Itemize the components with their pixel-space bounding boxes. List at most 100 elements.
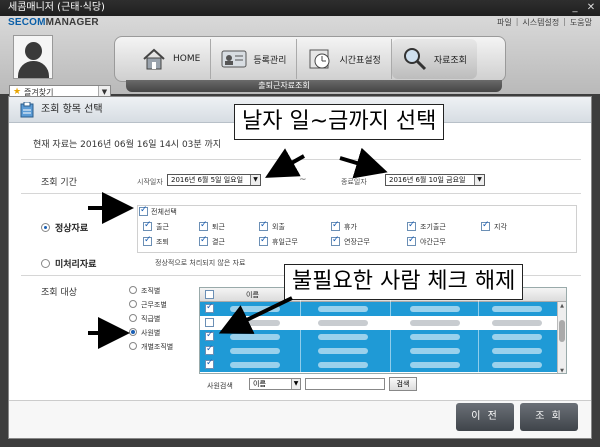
night-work-label: 야간근무	[420, 238, 446, 246]
clock-in-label: 출근	[156, 223, 169, 231]
clock-icon	[307, 46, 333, 72]
radio-by-shift[interactable]	[129, 300, 137, 308]
search-button[interactable]: 검색	[389, 377, 417, 391]
name-column-header[interactable]: 이름	[246, 288, 259, 302]
minimize-icon[interactable]: _	[570, 2, 580, 13]
row-checkbox[interactable]	[205, 358, 214, 369]
system-settings-menu[interactable]: 시스템설정	[522, 17, 559, 28]
column-divider	[478, 288, 479, 373]
unprocessed-data-radio[interactable]	[41, 259, 50, 268]
radio-by-individual-org[interactable]	[129, 342, 137, 350]
chevron-down-icon: ▼	[250, 175, 260, 185]
app-window: 세콤매니저 (근태·식당) _ ✕ SECOMMANAGER 파일 | 시스템설…	[0, 0, 600, 447]
end-date-picker[interactable]: 2016년 6월 10일 금요일 ▼	[385, 174, 485, 186]
avatar	[13, 35, 53, 79]
nav-registration[interactable]: 등록관리	[211, 39, 298, 79]
by-organization-label: 조직별	[141, 287, 161, 295]
vacation-label: 휴가	[344, 223, 357, 231]
close-icon[interactable]: ✕	[586, 2, 596, 13]
table-row[interactable]	[200, 330, 566, 344]
unprocessed-data-label: 미처리자료	[55, 260, 97, 270]
divider	[21, 193, 581, 194]
file-menu[interactable]: 파일	[497, 17, 512, 28]
scroll-up-icon[interactable]: ▲	[558, 302, 566, 310]
table-row[interactable]	[200, 316, 566, 330]
radio-by-organization[interactable]	[129, 286, 137, 294]
scroll-thumb[interactable]	[559, 320, 565, 342]
table-row[interactable]	[200, 344, 566, 358]
magnifier-icon	[402, 46, 428, 72]
row-checkbox[interactable]	[205, 330, 214, 341]
header-checkbox[interactable]	[205, 290, 214, 299]
by-individual-org-label: 개별조직별	[141, 343, 174, 351]
row-checkbox[interactable]	[205, 318, 214, 327]
prev-button[interactable]: 이 전	[456, 403, 514, 431]
chevron-down-icon: ▼	[474, 175, 484, 185]
checkbox-overtime[interactable]	[331, 235, 340, 246]
annotation-date-range: 날자 일~금까지 선택	[234, 104, 445, 140]
search-field-select[interactable]: 이름 ▼	[249, 378, 301, 390]
home-icon	[141, 46, 167, 72]
checkbox-absent[interactable]	[199, 235, 208, 246]
overtime-label: 연장근무	[344, 238, 370, 246]
checkbox-holiday-work[interactable]	[259, 235, 268, 246]
radio-by-employee[interactable]	[129, 328, 137, 336]
nav-home[interactable]: HOME	[131, 39, 212, 79]
column-divider	[300, 288, 301, 373]
clipboard-icon	[19, 101, 35, 118]
table-row[interactable]	[200, 358, 566, 372]
by-rank-label: 직급별	[141, 315, 161, 323]
checkbox-night-work[interactable]	[407, 235, 416, 246]
current-data-text: 현재 자료는 2016년 06월 16일 14시 03분 까지	[33, 140, 222, 150]
tab-attendance-query[interactable]: 출퇴근자료조회	[236, 80, 332, 92]
row-checkbox[interactable]	[205, 344, 214, 355]
radio-by-rank[interactable]	[129, 314, 137, 322]
column-divider	[390, 288, 391, 373]
clock-out-label: 퇴근	[212, 223, 225, 231]
table-row[interactable]	[200, 302, 566, 316]
outing-label: 외출	[272, 223, 285, 231]
row-checkbox[interactable]	[205, 302, 214, 313]
table-scrollbar[interactable]: ▲ ▼	[557, 302, 566, 373]
holiday-work-label: 휴일근무	[272, 238, 298, 246]
early-arrival-label: 조기출근	[420, 223, 446, 231]
panel-title: 조회 항목 선택	[41, 104, 103, 115]
tilde: ~	[299, 175, 307, 185]
main-nav: HOME 등록관리 시간표설정 자료조회	[114, 36, 506, 82]
divider	[21, 159, 581, 160]
by-employee-label: 사원별	[141, 329, 161, 337]
nav-schedule[interactable]: 시간표설정	[297, 39, 392, 79]
checkbox-late[interactable]	[481, 220, 490, 231]
scroll-down-icon[interactable]: ▼	[558, 367, 566, 373]
early-leave-label: 조퇴	[156, 238, 169, 246]
start-date-picker[interactable]: 2016년 6월 5일 일요일 ▼	[167, 174, 261, 186]
unprocessed-note: 정상적으로 처리되지 않은 자료	[155, 259, 246, 267]
end-date-label: 종료일자	[341, 178, 367, 186]
normal-data-radio[interactable]	[41, 223, 50, 232]
period-label: 조회 기간	[41, 178, 77, 188]
window-title: 세콤매니저 (근태·식당)	[8, 2, 105, 13]
normal-data-label: 정상자료	[55, 224, 89, 234]
checkbox-outing[interactable]	[259, 220, 268, 231]
late-label: 지각	[494, 223, 507, 231]
annotation-uncheck: 불필요한 사람 체크 해제	[284, 264, 524, 300]
search-input[interactable]	[305, 378, 385, 390]
help-menu[interactable]: 도움말	[570, 17, 592, 28]
checkbox-early-arrival[interactable]	[407, 220, 416, 231]
chevron-down-icon: ▼	[291, 379, 300, 389]
app-header: SECOMMANAGER 파일 | 시스템설정 | 도움말 ★ 즐겨찾기 ▼ H…	[0, 16, 600, 100]
target-label: 조회 대상	[41, 288, 77, 298]
start-date-label: 시작일자	[137, 178, 163, 186]
checkbox-clock-out[interactable]	[199, 220, 208, 231]
employee-table: 이름 ✓ ✓ ✓ ✓ ▲ ▼	[199, 287, 567, 374]
checkbox-early-leave[interactable]	[143, 235, 152, 246]
checkbox-clock-in[interactable]	[143, 220, 152, 231]
app-logo: SECOMMANAGER	[8, 17, 99, 28]
query-button[interactable]: 조 회	[520, 403, 578, 431]
title-bar: 세콤매니저 (근태·식당) _ ✕	[0, 0, 600, 16]
by-shift-label: 근무조별	[141, 301, 167, 309]
nav-data-query[interactable]: 자료조회	[391, 39, 477, 79]
absent-label: 결근	[212, 238, 225, 246]
checkbox-vacation[interactable]	[331, 220, 340, 231]
employee-search-label: 사원검색	[207, 382, 233, 390]
